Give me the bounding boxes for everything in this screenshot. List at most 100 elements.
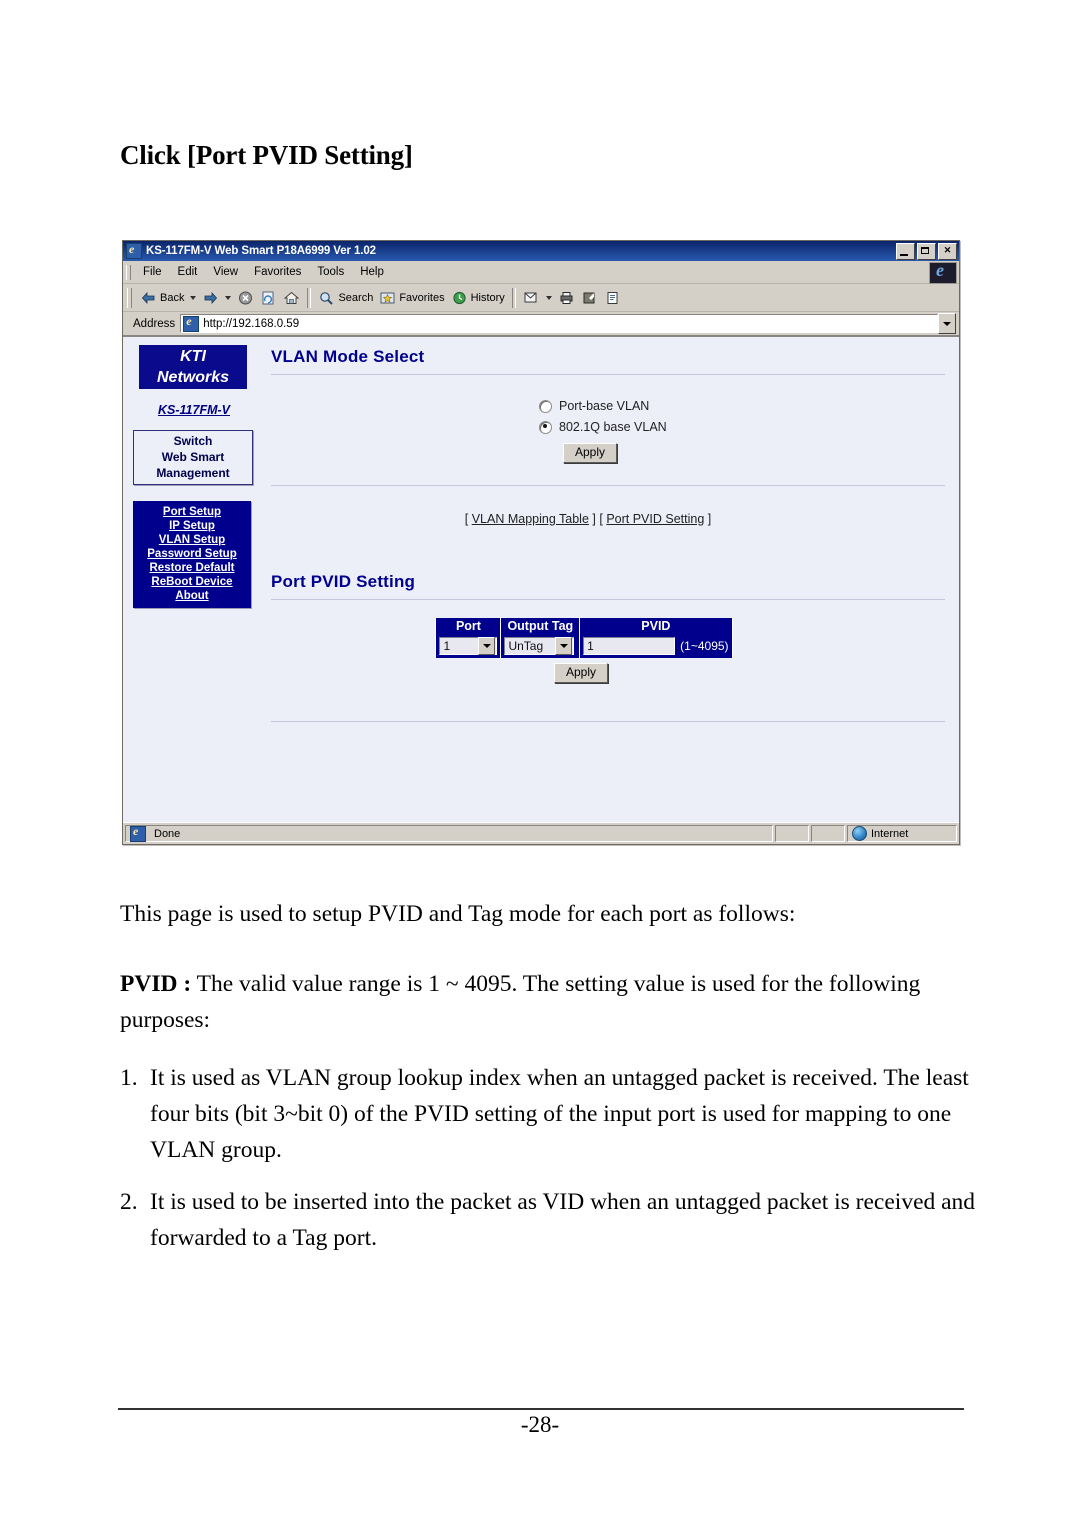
window-title: KS-117FM-V Web Smart P18A6999 Ver 1.02 — [146, 245, 376, 257]
arrow-right-icon — [202, 290, 219, 306]
pvid-input[interactable]: 1 — [583, 637, 676, 655]
sidebar-item-port-setup[interactable]: Port Setup — [133, 505, 251, 519]
toolbar-separator-1 — [307, 287, 312, 308]
output-tag-select[interactable]: UnTag — [504, 637, 575, 656]
search-icon — [318, 290, 335, 306]
sidebar-item-ip-setup[interactable]: IP Setup — [133, 519, 251, 533]
back-history-caret-icon[interactable] — [190, 295, 197, 300]
swm-line-1: Switch — [173, 434, 213, 448]
sidebar-item-reboot-device[interactable]: ReBoot Device — [133, 575, 251, 589]
radio-dot1q-base-label: 802.1Q base VLAN — [559, 420, 667, 434]
sidebar-item-password-setup[interactable]: Password Setup — [133, 547, 251, 561]
divider-2 — [271, 485, 945, 486]
chevron-down-icon[interactable] — [555, 637, 573, 656]
toolbar-history-label: History — [470, 291, 505, 304]
status-text: Done — [154, 827, 181, 840]
address-input[interactable]: http://192.168.0.59 — [180, 314, 938, 333]
menu-edit[interactable]: Edit — [170, 264, 206, 280]
lead-paragraph: This page is used to setup PVID and Tag … — [120, 901, 796, 927]
pvid-cell-output-tag: UnTag — [500, 635, 581, 659]
history-clock-icon — [451, 290, 468, 306]
bracket-close: ] — [707, 512, 712, 526]
status-text-pane: Done — [125, 824, 773, 842]
list-item: 2. It is used to be inserted into the pa… — [120, 1184, 980, 1256]
pvid-range-note: (1~4095) — [680, 639, 729, 653]
menu-help[interactable]: Help — [352, 264, 392, 280]
toolbar-discuss-button[interactable] — [601, 288, 624, 308]
close-button[interactable]: ✕ — [938, 242, 957, 260]
toolbar-back-button[interactable]: Back — [137, 288, 187, 308]
pvid-table: Port Output Tag PVID 1 UnTag 1 (1~4095) — [435, 618, 733, 659]
model-name-link[interactable]: KS-117FM-V — [133, 403, 255, 417]
browser-window: KS-117FM-V Web Smart P18A6999 Ver 1.02 ✕… — [122, 240, 960, 845]
mail-menu-caret-icon[interactable] — [545, 295, 552, 300]
favorites-star-icon — [379, 290, 396, 306]
sidebar-item-about[interactable]: About — [133, 589, 251, 603]
sidebar-item-restore-default[interactable]: Restore Default — [133, 561, 251, 575]
toolbar-home-button[interactable] — [280, 288, 303, 308]
menu-favorites[interactable]: Favorites — [246, 264, 309, 280]
menu-tools[interactable]: Tools — [309, 264, 352, 280]
list-item: 1. It is used as VLAN group lookup index… — [120, 1060, 980, 1168]
body-text: This page is used to setup PVID and Tag … — [120, 896, 980, 1272]
restore-button[interactable] — [917, 242, 936, 260]
status-page-icon — [130, 824, 146, 842]
logo-line-1: KTI — [180, 348, 206, 365]
radio-option-dot1q-base[interactable]: 802.1Q base VLAN — [539, 420, 945, 434]
divider-1 — [271, 374, 945, 375]
kti-networks-logo: KTI Networks — [139, 345, 247, 389]
ie-brand-logo-icon — [929, 262, 957, 284]
toolbar-edit-button[interactable] — [578, 288, 601, 308]
logo-line-2: Networks — [156, 369, 230, 386]
radio-option-port-base[interactable]: Port-base VLAN — [539, 399, 945, 413]
main-content: VLAN Mode Select Port-base VLAN 802.1Q b… — [271, 347, 945, 723]
page-favicon-icon — [183, 315, 200, 332]
device-sidebar: KTI Networks KS-117FM-V Switch Web Smart… — [133, 345, 255, 608]
browser-addressbar: Address http://192.168.0.59 — [123, 312, 959, 336]
table-row: 1 UnTag 1 (1~4095) — [435, 635, 733, 659]
address-label: Address — [133, 317, 176, 330]
toolbar-search-button[interactable]: Search — [315, 288, 376, 308]
pvid-col-pvid: PVID — [579, 618, 733, 635]
sidebar-item-vlan-setup[interactable]: VLAN Setup — [133, 533, 251, 547]
toolbar-back-label: Back — [160, 291, 185, 304]
menu-view[interactable]: View — [205, 264, 246, 280]
divider-3 — [271, 599, 945, 600]
toolbar-grip[interactable] — [127, 287, 132, 308]
browser-titlebar: KS-117FM-V Web Smart P18A6999 Ver 1.02 ✕ — [123, 241, 959, 261]
link-port-pvid-setting[interactable]: Port PVID Setting — [606, 512, 704, 526]
vlan-mode-options: Port-base VLAN 802.1Q base VLAN Apply — [271, 399, 945, 463]
output-tag-select-value: UnTag — [508, 639, 544, 654]
pvid-cell-pvid: 1 (1~4095) — [579, 635, 733, 659]
radio-dot1q-base-icon[interactable] — [539, 420, 552, 434]
forward-history-caret-icon[interactable] — [225, 295, 232, 300]
radio-port-base-icon[interactable] — [539, 399, 552, 413]
port-pvid-setting-heading: Port PVID Setting — [271, 572, 416, 591]
security-zone-pane[interactable]: Internet — [847, 825, 957, 842]
radio-port-base-label: Port-base VLAN — [559, 399, 650, 413]
toolbar-history-button[interactable]: History — [448, 288, 508, 308]
toolbar-favorites-button[interactable]: Favorites — [376, 288, 447, 308]
minimize-button[interactable] — [896, 242, 915, 260]
toolbar-mail-button[interactable] — [520, 288, 543, 308]
footer-divider — [118, 1408, 964, 1410]
toolbar-refresh-button[interactable] — [257, 288, 280, 308]
bracket-open-1: [ — [464, 512, 469, 526]
window-controls: ✕ — [896, 242, 957, 260]
menu-file[interactable]: File — [135, 264, 170, 280]
toolbar-forward-button[interactable] — [199, 288, 222, 308]
internet-globe-icon — [852, 826, 867, 841]
pvid-apply-button[interactable]: Apply — [553, 663, 609, 684]
toolbar-print-button[interactable] — [555, 288, 578, 308]
list-item-text: It is used to be inserted into the packe… — [150, 1189, 976, 1251]
address-dropdown-button[interactable] — [938, 313, 956, 334]
link-vlan-mapping-table[interactable]: VLAN Mapping Table — [472, 512, 589, 526]
page-viewport: KTI Networks KS-117FM-V Switch Web Smart… — [123, 336, 959, 822]
port-select[interactable]: 1 — [439, 637, 498, 656]
pvid-cell-port: 1 — [435, 635, 502, 659]
vlan-mode-apply-button[interactable]: Apply — [563, 443, 618, 463]
chevron-down-icon[interactable] — [478, 637, 496, 656]
toolbar-stop-button[interactable] — [234, 288, 257, 308]
menubar-grip[interactable] — [126, 264, 131, 280]
pvid-label: PVID : — [120, 971, 192, 997]
